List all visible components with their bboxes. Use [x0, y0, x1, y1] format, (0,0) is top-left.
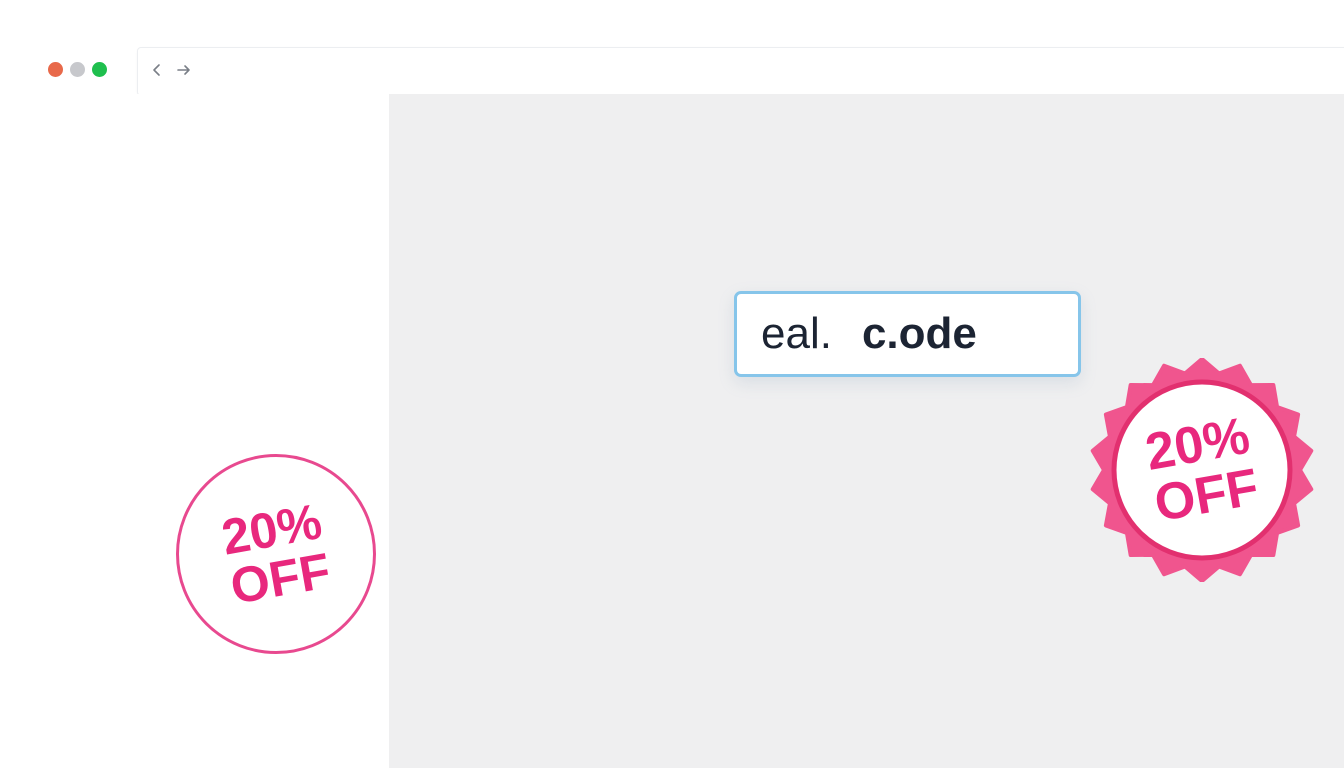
discount-code-input[interactable]: eal. c.ode [734, 291, 1081, 377]
maximize-window-button[interactable] [92, 62, 107, 77]
forward-button[interactable] [173, 59, 195, 81]
discount-badge-circle: 20% OFF [176, 454, 376, 654]
window-controls [48, 62, 107, 77]
discount-badge-starburst: 20% OFF [1090, 358, 1314, 582]
address-bar[interactable] [137, 47, 1344, 96]
badge-label: 20% OFF [1141, 407, 1263, 533]
back-button[interactable] [146, 59, 168, 81]
chevron-left-icon [153, 64, 160, 76]
page: eal. c.ode 20% OFF 20% OFF [0, 0, 1344, 768]
arrow-right-icon [177, 65, 190, 75]
code-text-part-2: c.ode [861, 309, 977, 358]
code-text-part-1: eal. [761, 309, 832, 358]
minimize-window-button[interactable] [70, 62, 85, 77]
badge-label: 20% OFF [218, 493, 335, 615]
close-window-button[interactable] [48, 62, 63, 77]
left-panel [0, 94, 389, 768]
